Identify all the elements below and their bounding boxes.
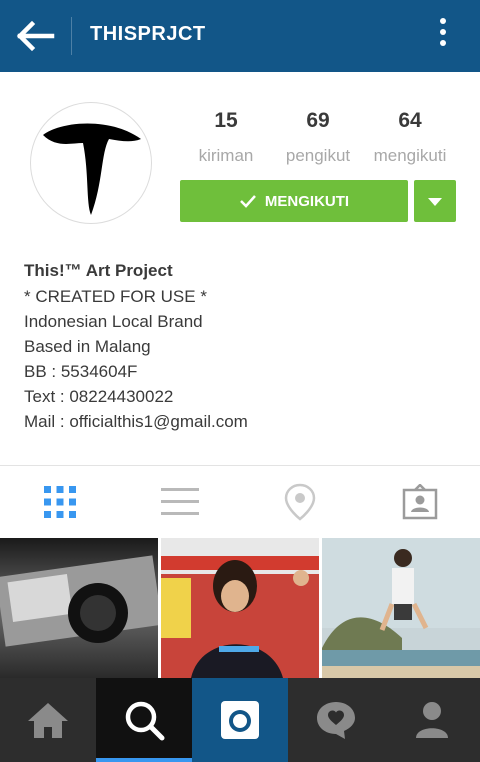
- location-pin-icon: [284, 483, 316, 521]
- profile-bio: This!™ Art Project * CREATED FOR USE * I…: [24, 258, 248, 434]
- bio-line: Text : 08224430022: [24, 387, 174, 406]
- grid-icon: [44, 486, 76, 518]
- following-count-value: 64: [398, 109, 422, 132]
- list-view-tab[interactable]: [120, 466, 240, 538]
- photo-thumbnail[interactable]: [161, 538, 319, 678]
- camera-icon: [221, 701, 259, 739]
- more-options-icon[interactable]: [436, 18, 450, 54]
- home-icon: [28, 703, 68, 738]
- nav-activity[interactable]: [288, 678, 384, 762]
- posts-count-label: kiriman: [198, 146, 254, 165]
- posts-count-value: 15: [214, 109, 238, 132]
- activity-heart-icon: [317, 702, 355, 739]
- bio-line: Based in Malang: [24, 337, 151, 356]
- following-count-label: mengikuti: [373, 146, 447, 165]
- profile-username-title: THISPRJCT: [90, 23, 206, 45]
- suggestions-dropdown-button[interactable]: [414, 180, 456, 222]
- following-button-label: MENGIKUTI: [264, 192, 350, 210]
- tagged-photos-icon: [402, 484, 438, 520]
- bio-line: BB : 5534604F: [24, 362, 138, 381]
- bio-line: Indonesian Local Brand: [24, 312, 203, 331]
- followers-count-label: pengikut: [285, 146, 351, 165]
- followers-count[interactable]: 69 pengikut: [273, 108, 363, 166]
- photo-thumbnail[interactable]: [0, 538, 158, 678]
- grid-view-tab[interactable]: [0, 466, 120, 538]
- nav-home[interactable]: [0, 678, 96, 762]
- bottom-navigation: [0, 678, 480, 762]
- photo-grid: [0, 538, 480, 678]
- nav-profile[interactable]: [384, 678, 480, 762]
- posts-count[interactable]: 15 kiriman: [181, 108, 271, 166]
- active-tab-indicator: [96, 758, 192, 762]
- profile-view-tabs: [0, 466, 480, 538]
- profile-full-name: This!™ Art Project: [24, 261, 173, 280]
- brand-logo-t: [43, 123, 141, 215]
- header-divider: [71, 17, 72, 55]
- bio-line: * CREATED FOR USE *: [24, 287, 207, 306]
- top-bar: THISPRJCT: [0, 0, 480, 72]
- search-icon: [125, 701, 165, 741]
- photo-thumbnail[interactable]: [322, 538, 480, 678]
- following-button[interactable]: MENGIKUTI: [180, 180, 408, 222]
- nav-search[interactable]: [96, 678, 192, 762]
- tagged-view-tab[interactable]: [360, 466, 480, 538]
- followers-count-value: 69: [306, 109, 330, 132]
- profile-avatar[interactable]: [30, 102, 152, 224]
- location-view-tab[interactable]: [240, 466, 360, 538]
- list-icon: [161, 488, 199, 515]
- checkmark-icon: [240, 195, 256, 208]
- profile-icon: [416, 702, 448, 738]
- following-count[interactable]: 64 mengikuti: [365, 108, 455, 166]
- back-arrow-icon[interactable]: [14, 18, 58, 54]
- nav-camera[interactable]: [192, 678, 288, 762]
- bio-line-email[interactable]: Mail : officialthis1@gmail.com: [24, 409, 248, 434]
